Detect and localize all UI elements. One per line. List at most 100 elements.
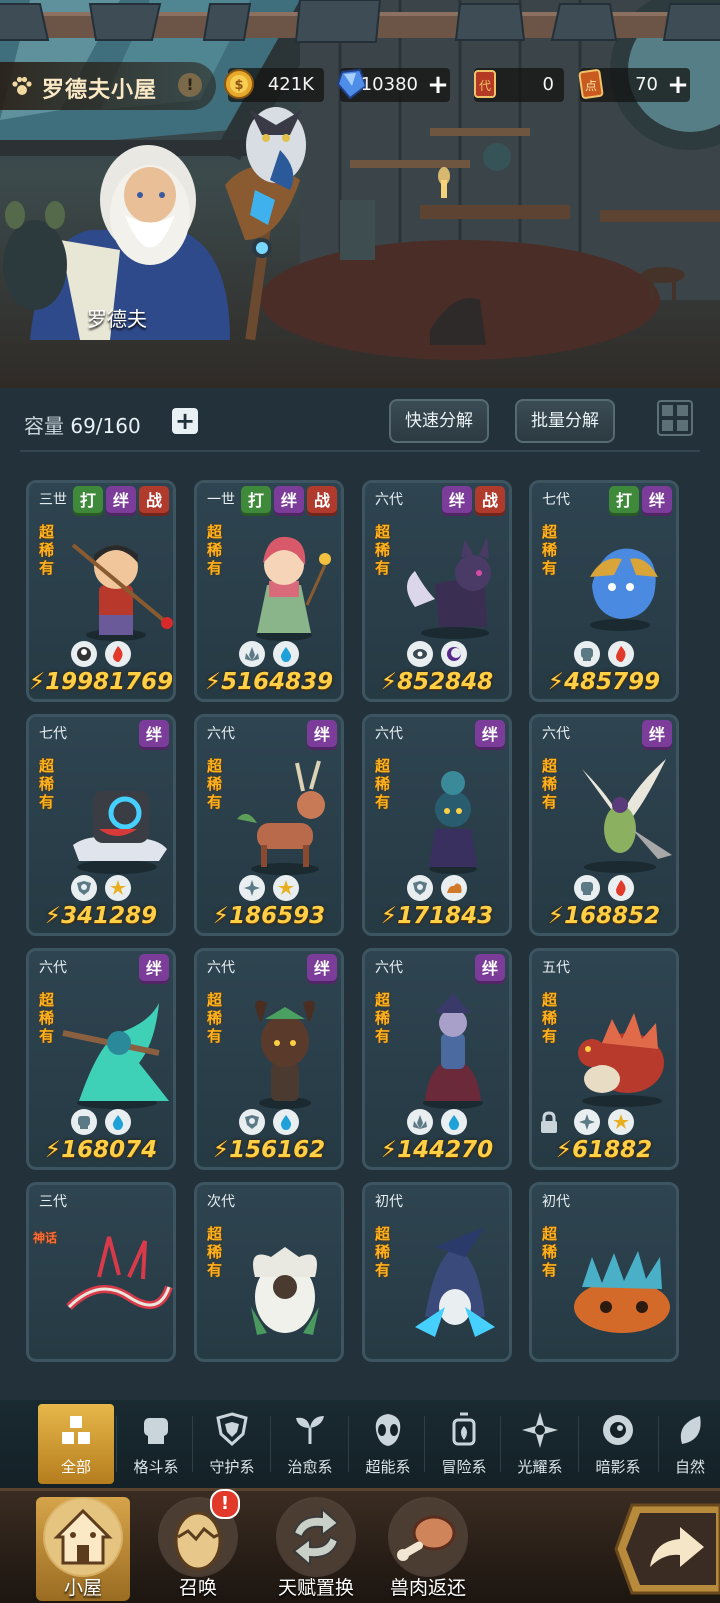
monster-card[interactable]: 初代 超稀有 <box>529 1182 679 1362</box>
add-crystal-button[interactable]: + <box>424 71 452 99</box>
nav-hut[interactable]: 小屋 <box>36 1497 130 1601</box>
category-tab[interactable]: 治愈系 <box>272 1404 348 1484</box>
monster-card[interactable]: 六代 绊超稀有 ⚡︎168074 <box>26 948 176 1170</box>
monster-card[interactable]: 六代 绊超稀有 ⚡︎156162 <box>194 948 344 1170</box>
category-tab[interactable]: 格斗系 <box>118 1404 194 1484</box>
category-tab[interactable]: 超能系 <box>350 1404 426 1484</box>
element-icons <box>29 875 173 901</box>
trait-tag: 绊 <box>307 720 337 750</box>
all-blocks-icon <box>62 1416 90 1444</box>
lock-icon[interactable] <box>538 1111 560 1135</box>
svg-text:$: $ <box>234 78 243 93</box>
category-separator <box>424 1416 425 1472</box>
next-arrow-button[interactable] <box>612 1501 720 1597</box>
trait-tags: 绊 <box>307 720 337 750</box>
trait-tag: 打 <box>241 486 271 516</box>
monster-card[interactable]: 三代 神话 <box>26 1182 176 1362</box>
generation-label: 六代 <box>375 960 403 976</box>
add-card-button[interactable]: + <box>664 71 692 99</box>
moon-element-icon <box>441 641 467 667</box>
category-tab[interactable]: 光耀系 <box>502 1404 578 1484</box>
trait-tag: 打 <box>609 486 639 516</box>
category-tab[interactable]: 守护系 <box>194 1404 270 1484</box>
generation-label: 六代 <box>207 726 235 742</box>
trait-tag: 绊 <box>642 486 672 516</box>
category-tab[interactable]: 自然 <box>660 1404 720 1484</box>
combat-power: ⚡︎144270 <box>365 1137 509 1163</box>
generation-label: 初代 <box>375 1194 403 1210</box>
monster-card[interactable]: 六代 绊超稀有 ⚡︎171843 <box>362 714 512 936</box>
summon-alert-badge: ! <box>210 1489 240 1519</box>
monster-card[interactable]: 六代 绊超稀有 ⚡︎168852 <box>529 714 679 936</box>
grid-view-icon[interactable] <box>657 400 693 436</box>
monster-card[interactable]: 七代 打绊超稀有 ⚡︎485799 <box>529 480 679 702</box>
trait-tags: 绊 <box>307 954 337 984</box>
generation-label: 初代 <box>542 1194 570 1210</box>
trait-tag: 战 <box>307 486 337 516</box>
monster-card[interactable]: 六代 绊超稀有 ⚡︎186593 <box>194 714 344 936</box>
guard-element-icon <box>407 875 433 901</box>
generation-label: 次代 <box>207 1194 235 1210</box>
nav-talent-swap[interactable]: 天赋置换 <box>266 1497 366 1601</box>
capacity-value: 69/160 <box>70 414 141 438</box>
expand-capacity-button[interactable]: + <box>172 408 198 434</box>
ticket-resource: 代 0 <box>474 68 564 102</box>
rarity-label: 超稀有 <box>207 523 223 577</box>
combat-power: ⚡︎168852 <box>532 903 676 929</box>
trait-tag: 绊 <box>475 720 505 750</box>
monster-card[interactable]: 初代 超稀有 <box>362 1182 512 1362</box>
water-spirit-portrait <box>62 1003 169 1109</box>
generation-label: 六代 <box>542 726 570 742</box>
lantern-icon <box>452 1412 476 1446</box>
panel-divider <box>20 450 700 452</box>
monster-card[interactable]: 六代 绊战超稀有 ⚡︎852848 <box>362 480 512 702</box>
category-tab[interactable]: 冒险系 <box>426 1404 502 1484</box>
generation-label: 六代 <box>375 726 403 742</box>
rarity-label: 超稀有 <box>542 757 558 811</box>
monster-card[interactable]: 一世打绊战超稀有 ⚡︎5164839 <box>194 480 344 702</box>
category-tab[interactable]: 全部 <box>38 1404 114 1484</box>
combat-power: ⚡︎852848 <box>365 669 509 695</box>
generation-label: 六代 <box>375 492 403 508</box>
power-value: 168852 <box>564 903 661 929</box>
crystal-resource: 10380 + <box>336 68 452 102</box>
trait-tags: 打绊战 <box>73 486 169 516</box>
quick-decompose-button[interactable]: 快速分解 <box>389 399 489 443</box>
combat-power: ⚡︎186593 <box>197 903 341 929</box>
fight-element-icon <box>71 1109 97 1135</box>
monster-card[interactable]: 五代 超稀有 ⚡︎61882 <box>529 948 679 1170</box>
ultra-element-icon <box>71 641 97 667</box>
nav-meat-return[interactable]: 兽肉返还 <box>378 1497 478 1601</box>
sun-element-icon <box>608 1109 634 1135</box>
monster-card[interactable]: 三世打绊战超稀有 ⚡︎19981769 <box>26 480 176 702</box>
red-card-icon: 点 <box>574 66 608 102</box>
generation-label: 六代 <box>39 960 67 976</box>
heal-element-icon <box>239 641 265 667</box>
category-label: 格斗系 <box>133 1458 179 1476</box>
category-label: 治愈系 <box>287 1458 333 1476</box>
deer-portrait <box>237 760 325 875</box>
element-icons <box>197 1109 341 1135</box>
card-value: 70 <box>635 74 658 95</box>
guard-element-icon <box>71 875 97 901</box>
batch-decompose-button[interactable]: 批量分解 <box>515 399 615 443</box>
power-icon: ⚡︎ <box>380 1137 398 1163</box>
power-icon: ⚡︎ <box>547 669 565 695</box>
trait-tags: 绊 <box>139 720 169 750</box>
rarity-label: 神话 <box>33 1231 58 1245</box>
shield-golem-portrait <box>73 791 167 874</box>
element-icons <box>365 1109 509 1135</box>
info-icon[interactable]: ! <box>178 73 202 97</box>
nav-summon-label: 召唤 <box>178 1577 217 1599</box>
nav-hut-label: 小屋 <box>63 1577 102 1599</box>
red-ticket-icon: 代 <box>468 66 502 102</box>
category-tab[interactable]: 暗影系 <box>580 1404 656 1484</box>
monster-card[interactable]: 六代 绊超稀有 ⚡︎144270 <box>362 948 512 1170</box>
top-bar: 罗德夫小屋 ! $ 421K 10380 + 代 0 点 70 + <box>0 62 720 110</box>
fight-element-icon <box>574 641 600 667</box>
monster-card[interactable]: 次代 超稀有 <box>194 1182 344 1362</box>
fist-icon <box>144 1418 168 1444</box>
element-icons <box>197 641 341 667</box>
power-icon: ⚡︎ <box>212 1137 230 1163</box>
monster-card[interactable]: 七代 绊超稀有 ⚡︎341289 <box>26 714 176 936</box>
